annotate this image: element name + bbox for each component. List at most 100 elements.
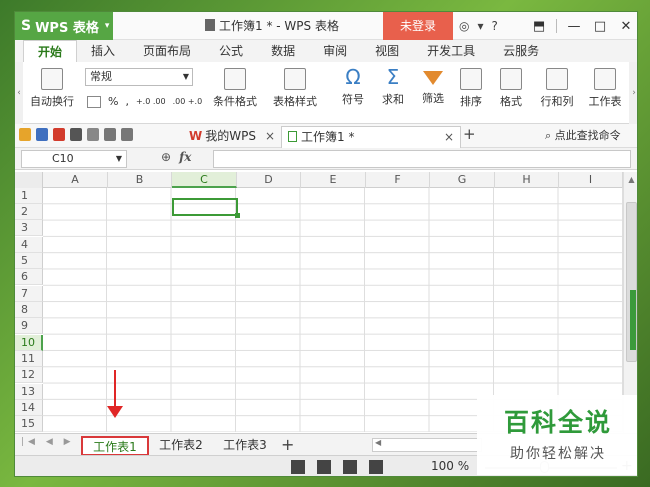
sort-button[interactable]: 排序 — [455, 62, 487, 109]
tab-developer[interactable]: 开发工具 — [413, 40, 489, 62]
page-break-view-icon[interactable] — [317, 460, 331, 474]
pdf-icon[interactable] — [53, 128, 65, 141]
tab-view[interactable]: 视图 — [361, 40, 413, 62]
active-cell-c10[interactable] — [172, 198, 240, 218]
currency-icon[interactable] — [87, 95, 101, 108]
ribbon-scroll-right[interactable]: › — [629, 62, 637, 124]
number-format-select[interactable]: 常规 ▼ — [85, 68, 193, 86]
eye-protect-icon[interactable] — [369, 460, 383, 474]
redo-icon[interactable] — [121, 128, 133, 141]
tab-page-layout[interactable]: 页面布局 — [129, 40, 205, 62]
tab-cloud[interactable]: 云服务 — [489, 40, 553, 62]
fx-button[interactable]: fx — [179, 150, 191, 164]
skin-icon[interactable]: ◎ — [459, 19, 469, 33]
table-style-button[interactable]: 表格样式 — [267, 62, 323, 109]
percent-button[interactable]: % — [108, 95, 118, 108]
row-header[interactable]: 7 — [15, 286, 43, 302]
wps-app-menu-button[interactable]: S WPS 表格 ▾ — [15, 12, 113, 40]
column-header[interactable]: F — [366, 172, 430, 188]
document-title: 工作簿1 * - WPS 表格 — [205, 12, 339, 40]
zoom-search-icon[interactable]: ⊕ — [161, 150, 171, 164]
column-header[interactable]: D — [237, 172, 301, 188]
undo-icon[interactable] — [104, 128, 116, 141]
row-header[interactable]: 3 — [15, 220, 43, 236]
row-col-button[interactable]: 行和列 — [535, 62, 579, 109]
close-icon[interactable]: × — [265, 126, 275, 146]
title-tools: ◎ ▾ ? — [459, 12, 498, 40]
column-header[interactable]: B — [108, 172, 172, 188]
row-header[interactable]: 4 — [15, 237, 43, 253]
row-header[interactable]: 8 — [15, 302, 43, 318]
row-header[interactable]: 6 — [15, 269, 43, 285]
row-header[interactable]: 13 — [15, 384, 43, 400]
formula-tools: ⊕ fx — [161, 150, 191, 164]
close-button[interactable]: ✕ — [613, 19, 637, 34]
column-header[interactable]: I — [559, 172, 623, 188]
row-header[interactable]: 5 — [15, 253, 43, 269]
row-header-selected[interactable]: 10 — [15, 335, 43, 351]
row-header[interactable]: 11 — [15, 351, 43, 367]
column-header[interactable]: G — [430, 172, 495, 188]
reading-mode-icon[interactable] — [343, 460, 357, 474]
tab-home[interactable]: 开始 — [23, 40, 78, 62]
normal-view-icon[interactable] — [291, 460, 305, 474]
worksheet-button[interactable]: 工作表 — [585, 62, 625, 109]
wrap-text-button[interactable]: 自动换行 — [27, 62, 77, 109]
maximize-button[interactable]: □ — [587, 19, 613, 34]
add-sheet-button[interactable]: + — [281, 434, 294, 456]
shirt-icon[interactable]: ▾ — [477, 19, 483, 33]
new-tab-button[interactable]: + — [463, 125, 476, 143]
select-all-corner[interactable] — [15, 172, 43, 188]
tab-my-wps[interactable]: W 我的WPS × — [183, 126, 281, 148]
filter-button[interactable]: 筛选 — [417, 62, 449, 106]
restore-icon[interactable]: ⬒ — [526, 19, 552, 34]
sum-button[interactable]: Σ 求和 — [377, 62, 409, 107]
name-box[interactable]: C10 ▼ — [21, 150, 127, 168]
command-search[interactable]: ⌕ 点此查找命令 — [545, 126, 621, 146]
row-header[interactable]: 14 — [15, 400, 43, 416]
open-icon[interactable] — [19, 128, 31, 141]
print-preview-icon[interactable] — [87, 128, 99, 141]
column-header-selected[interactable]: C — [172, 172, 237, 188]
format-button[interactable]: 格式 — [495, 62, 527, 109]
horizontal-scrollbar[interactable]: ◀ — [372, 438, 482, 452]
decrease-decimal-button[interactable]: .00 +.0 — [173, 97, 203, 106]
window-controls: ⬒ — □ ✕ — [526, 12, 637, 40]
conditional-format-button[interactable]: 条件格式 — [207, 62, 263, 109]
column-header[interactable]: H — [495, 172, 559, 188]
comma-button[interactable]: , — [125, 95, 129, 108]
tab-workbook[interactable]: 工作簿1 * × — [281, 126, 461, 148]
sheet-tab-2[interactable]: 工作表2 — [151, 436, 211, 456]
sheet-tab-3[interactable]: 工作表3 — [215, 436, 275, 456]
close-icon[interactable]: × — [444, 127, 454, 147]
save-icon[interactable] — [36, 128, 48, 141]
scroll-up-arrow[interactable]: ▲ — [624, 172, 637, 188]
help-button[interactable]: ? — [492, 19, 498, 33]
zoom-level[interactable]: 100 % — [431, 459, 469, 473]
conditional-format-icon — [224, 68, 246, 90]
symbol-button[interactable]: Ω 符号 — [337, 62, 369, 107]
sheet-tab-1[interactable]: 工作表1 — [81, 436, 149, 456]
column-header[interactable]: A — [43, 172, 108, 188]
tab-data[interactable]: 数据 — [257, 40, 309, 62]
side-panel-toggle[interactable] — [630, 290, 636, 350]
row-header[interactable]: 15 — [15, 416, 43, 432]
row-header[interactable]: 12 — [15, 367, 43, 383]
scroll-left-arrow[interactable]: ◀ — [375, 438, 381, 447]
row-header[interactable]: 1 — [15, 188, 43, 204]
ribbon-scroll-left[interactable]: ‹ — [15, 62, 23, 124]
print-icon[interactable] — [70, 128, 82, 141]
worksheet-icon — [594, 68, 616, 90]
omega-icon: Ω — [345, 65, 361, 89]
row-header[interactable]: 2 — [15, 204, 43, 220]
column-header[interactable]: E — [301, 172, 366, 188]
increase-decimal-button[interactable]: +.0 .00 — [136, 97, 166, 106]
tab-insert[interactable]: 插入 — [77, 40, 129, 62]
login-button[interactable]: 未登录 — [383, 12, 453, 40]
tab-review[interactable]: 审阅 — [309, 40, 361, 62]
menu-tab-bar: 开始 插入 页面布局 公式 数据 审阅 视图 开发工具 云服务 — [15, 40, 637, 62]
minimize-button[interactable]: — — [561, 19, 587, 34]
tab-formulas[interactable]: 公式 — [205, 40, 257, 62]
row-header[interactable]: 9 — [15, 318, 43, 334]
formula-input[interactable] — [213, 150, 631, 168]
